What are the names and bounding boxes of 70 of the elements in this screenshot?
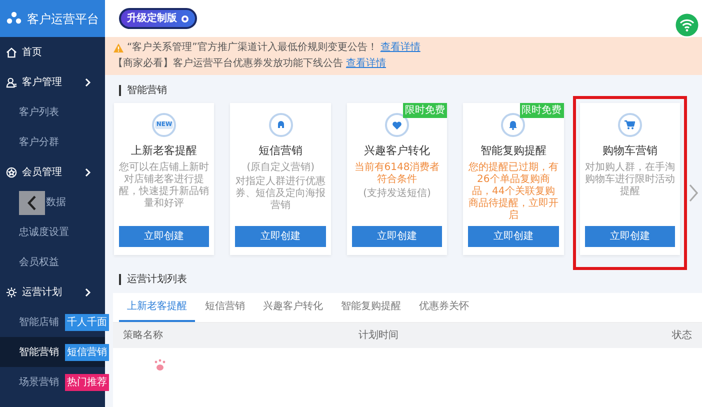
section-title: 智能营销	[119, 85, 702, 96]
card-title: 智能复购提醒	[480, 143, 546, 159]
sun-icon	[6, 286, 17, 298]
card-description: 对指定人群进行优惠券、短信及定向海报营销	[235, 176, 326, 212]
chevron-icon	[27, 195, 37, 211]
section-label: 客户管理	[22, 76, 62, 90]
detail-link[interactable]: 查看详情	[380, 40, 420, 56]
notice-text: “客户关系管理”官方推广渠道计入最低价规则变更公告！	[127, 40, 378, 55]
sidebar-item[interactable]: 数据	[0, 187, 105, 217]
chevron-icon	[689, 184, 698, 202]
badge-icon	[6, 166, 17, 178]
sidebar-section[interactable]: 运营计划	[0, 277, 105, 307]
sidebar-item[interactable]: 场景营销	[19, 374, 59, 390]
section-label: 首页	[22, 46, 42, 60]
sidebar-badge: 千人千面	[65, 314, 109, 330]
chevron-icon	[85, 78, 91, 86]
promo-tag: 限时免费	[520, 103, 564, 118]
create-button[interactable]: 立即创建	[584, 226, 676, 247]
sidebar-item[interactable]: 会员权益	[0, 247, 105, 277]
create-button[interactable]: 立即创建	[119, 226, 210, 247]
sidebar-item[interactable]: 客户分群	[0, 127, 105, 157]
card-title: 上新老客提醒	[131, 143, 198, 159]
card-title: 短信营销	[258, 143, 303, 159]
bell-icon	[501, 113, 526, 137]
user-icon	[6, 76, 17, 88]
home-icon	[6, 46, 17, 58]
logo-icon	[6, 10, 22, 26]
plan-tab[interactable]: 智能复购提醒	[333, 293, 409, 322]
plan-tab[interactable]: 兴趣客户转化	[255, 293, 331, 322]
sidebar-section[interactable]: 客户管理	[0, 67, 105, 97]
notice-text: 【商家必看】客户运营平台优惠券发放功能下线公告	[113, 56, 343, 71]
card-title: 兴趣客户转化	[364, 143, 430, 159]
sidebar-item[interactable]: 忠诚度设置	[0, 217, 105, 247]
chevron-icon	[85, 168, 91, 176]
warning-icon	[113, 43, 124, 53]
column-header: 计划时间	[357, 328, 400, 343]
card-description: 您的提醒已过期，有26个单品复购商品，44个关联复购商品待提醒，立即开启	[468, 162, 559, 222]
sidebar-badge: 热门推荐	[65, 374, 109, 390]
upgrade-badge[interactable]: 升级定制版	[119, 8, 197, 29]
cart-icon	[618, 113, 642, 137]
sidebar-item[interactable]: 智能店铺	[19, 314, 59, 330]
sidebar-item[interactable]: 智能营销	[19, 344, 59, 360]
section-title: 运营计划列表	[119, 274, 702, 285]
card-description: 对加购人群，在手淘购物车进行限时活动提醒	[584, 162, 676, 198]
detail-link[interactable]: 查看详情	[346, 56, 386, 72]
previous-button[interactable]	[19, 191, 45, 215]
plan-tab[interactable]: 优惠券关怀	[411, 293, 477, 322]
next-button[interactable]	[689, 184, 698, 202]
create-button[interactable]: 立即创建	[352, 226, 442, 247]
card-description: (原自定义营销)	[246, 162, 315, 174]
plan-tab[interactable]: 短信营销	[197, 293, 253, 322]
card-title: 购物车营销	[602, 143, 658, 159]
wifi-icon[interactable]	[674, 12, 700, 38]
sidebar-badge: 短信营销	[65, 344, 109, 360]
sidebar-section[interactable]: 会员管理	[0, 157, 105, 187]
chevron-icon	[85, 288, 91, 296]
create-button[interactable]: 立即创建	[468, 226, 559, 247]
card-description: 您可以在店铺上新时对店铺老客进行提醒，快速提升新品销量和好评	[119, 162, 210, 210]
loading-icon	[153, 358, 167, 370]
card-description: (支持发送短信)	[363, 188, 431, 200]
column-header: 状态	[670, 328, 692, 343]
section-label: 会员管理	[22, 166, 62, 180]
promo-tag: 限时免费	[403, 103, 448, 118]
section-label: 运营计划	[22, 286, 62, 300]
sidebar-item[interactable]: 客户列表	[0, 97, 105, 127]
app-title: 客户运营平台	[27, 10, 99, 28]
column-header: 策略名称	[123, 329, 164, 343]
create-button[interactable]: 立即创建	[235, 226, 326, 247]
card-description: 当前有6148消费者符合条件	[353, 162, 441, 186]
sidebar-section[interactable]: 首页	[0, 37, 105, 67]
